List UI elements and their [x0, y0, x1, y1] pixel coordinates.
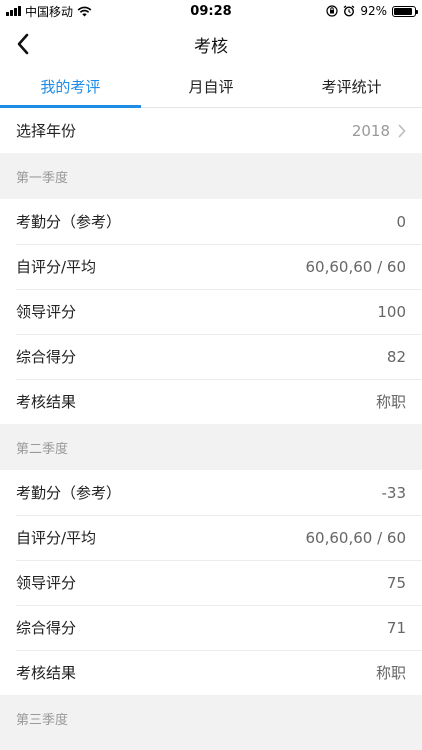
wifi-icon	[77, 6, 92, 16]
battery-fill	[394, 7, 413, 15]
row-value: 0	[396, 212, 406, 231]
orientation-lock-icon	[326, 5, 338, 17]
year-selector-value-group: 2018	[352, 122, 406, 140]
status-left: 中国移动	[6, 3, 92, 20]
row-value: 100	[377, 302, 406, 321]
row-value: 60,60,60 / 60	[305, 257, 406, 276]
section-header-q1: 第一季度	[0, 153, 422, 199]
tab-monthly-self-evaluation[interactable]: 月自评	[141, 66, 282, 107]
tab-my-evaluation[interactable]: 我的考评	[0, 66, 141, 108]
list-item: 综合得分 71	[0, 605, 422, 650]
alarm-icon	[343, 5, 355, 17]
row-label: 自评分/平均	[16, 529, 97, 547]
list-item: 综合得分 82	[0, 334, 422, 379]
battery-percent: 92%	[360, 4, 387, 18]
row-label: 考勤分（参考）	[16, 213, 122, 231]
row-label: 领导评分	[16, 574, 77, 592]
list-item: 考核结果 称职	[0, 650, 422, 695]
battery-icon	[392, 5, 418, 17]
screen: 中国移动 09:28 92% 考核 我的考评 月自评 考评统计 选择年份 201…	[0, 0, 422, 750]
year-selector[interactable]: 选择年份 2018	[0, 108, 422, 153]
row-label: 综合得分	[16, 619, 77, 637]
status-bar: 中国移动 09:28 92%	[0, 0, 422, 22]
list-item: 领导评分 75	[0, 560, 422, 605]
row-label: 考核结果	[16, 393, 77, 411]
status-time: 09:28	[190, 3, 232, 19]
list-item: 考核结果 称职	[0, 379, 422, 424]
row-value: 60,60,60 / 60	[305, 528, 406, 547]
row-label: 考核结果	[16, 664, 77, 682]
row-value: 称职	[375, 393, 406, 411]
status-right: 92%	[326, 4, 418, 18]
row-label: 考勤分（参考）	[16, 484, 122, 502]
row-value: 75	[386, 573, 406, 592]
signal-icon	[6, 6, 21, 16]
tab-label: 考评统计	[321, 78, 382, 96]
section-header-q3: 第三季度	[0, 695, 422, 741]
year-selector-value: 2018	[351, 121, 390, 140]
row-label: 综合得分	[16, 348, 77, 366]
list-item: 自评分/平均 60,60,60 / 60	[0, 515, 422, 560]
tab-label: 我的考评	[40, 78, 101, 96]
row-label: 领导评分	[16, 303, 77, 321]
page-title: 考核	[194, 36, 228, 57]
section-header-q2: 第二季度	[0, 424, 422, 470]
tab-bar: 我的考评 月自评 考评统计	[0, 66, 422, 108]
list-item: 考勤分（参考） -33	[0, 470, 422, 515]
list-item: 自评分/平均 60,60,60 / 60	[0, 244, 422, 289]
year-selector-label: 选择年份	[16, 122, 77, 140]
row-label: 自评分/平均	[16, 258, 97, 276]
tab-evaluation-statistics[interactable]: 考评统计	[281, 66, 422, 107]
chevron-right-icon	[398, 124, 406, 137]
nav-bar: 考核	[0, 22, 422, 66]
row-value: 71	[386, 618, 406, 637]
row-value: 82	[386, 347, 406, 366]
row-value: -33	[381, 483, 407, 502]
list-item: 领导评分 100	[0, 289, 422, 334]
carrier-label: 中国移动	[25, 4, 74, 19]
back-button[interactable]	[6, 22, 40, 66]
row-value: 称职	[375, 664, 406, 682]
list-item: 考勤分（参考） 0	[0, 199, 422, 244]
tab-label: 月自评	[188, 78, 234, 96]
chevron-left-icon	[17, 33, 29, 55]
